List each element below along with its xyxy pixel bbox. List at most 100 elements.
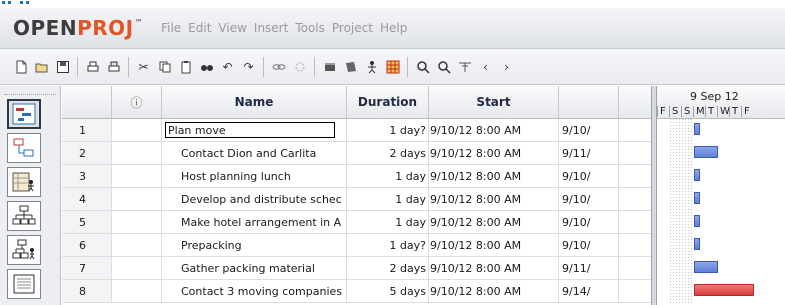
menu-view[interactable]: View bbox=[218, 21, 246, 35]
row-finish[interactable]: 9/10/ bbox=[559, 234, 619, 256]
table-row[interactable]: 6 Prepacking 1 day? 9/10/12 8:00 AM 9/10… bbox=[62, 234, 652, 257]
menu-tools[interactable]: Tools bbox=[295, 21, 325, 35]
table-row[interactable]: 2 Contact Dion and Carlita 2 days 9/10/1… bbox=[62, 142, 652, 165]
row-finish[interactable]: 9/11/ bbox=[559, 257, 619, 279]
row-name[interactable]: Gather packing material bbox=[162, 257, 347, 279]
table-row[interactable]: 5 Make hotel arrangement in A 1 day 9/10… bbox=[62, 211, 652, 234]
gantt-task-bar[interactable] bbox=[694, 146, 718, 158]
row-finish[interactable]: 9/11/ bbox=[559, 142, 619, 164]
wbs-view-button[interactable] bbox=[7, 201, 41, 231]
header-duration[interactable]: Duration bbox=[347, 86, 429, 118]
assign-resources-icon[interactable] bbox=[364, 59, 379, 74]
row-name[interactable]: Make hotel arrangement in A bbox=[162, 211, 347, 233]
row-indicator bbox=[112, 211, 162, 233]
new-icon[interactable] bbox=[13, 59, 28, 74]
row-duration[interactable]: 1 day? bbox=[347, 234, 429, 256]
header-indicators[interactable]: ⓘ bbox=[112, 86, 162, 118]
resource-view-icon bbox=[12, 172, 34, 192]
menu-help[interactable]: Help bbox=[380, 21, 407, 35]
table-row[interactable]: 1 Plan move 1 day? 9/10/12 8:00 AM 9/10/ bbox=[62, 119, 652, 142]
header-start[interactable]: Start bbox=[429, 86, 559, 118]
gantt-view-button[interactable] bbox=[7, 99, 41, 129]
unlink-icon[interactable] bbox=[292, 59, 307, 74]
row-finish[interactable]: 9/10/ bbox=[559, 188, 619, 210]
row-duration[interactable]: 2 days bbox=[347, 257, 429, 279]
zoom-out-icon[interactable] bbox=[436, 59, 451, 74]
task-table: ⓘ Name Duration Start 1 Plan move 1 day?… bbox=[62, 86, 652, 305]
filter-icon[interactable] bbox=[457, 59, 472, 74]
menu-insert[interactable]: Insert bbox=[254, 21, 288, 35]
report-view-button[interactable] bbox=[7, 269, 41, 299]
scroll-right-icon[interactable]: › bbox=[499, 59, 514, 74]
zoom-in-icon[interactable] bbox=[415, 59, 430, 74]
table-row[interactable]: 7 Gather packing material 2 days 9/10/12… bbox=[62, 257, 652, 280]
gantt-view-icon bbox=[12, 103, 36, 125]
row-finish[interactable]: 9/10/ bbox=[559, 211, 619, 233]
row-start[interactable]: 9/10/12 8:00 AM bbox=[429, 257, 559, 279]
row-name-cell[interactable]: Plan move bbox=[162, 119, 347, 141]
row-indicator bbox=[112, 165, 162, 187]
row-duration[interactable]: 2 days bbox=[347, 142, 429, 164]
menu-edit[interactable]: Edit bbox=[188, 21, 211, 35]
table-row[interactable]: 4 Develop and distribute schec 1 day 9/1… bbox=[62, 188, 652, 211]
redo-icon[interactable]: ↷ bbox=[241, 59, 256, 74]
row-start[interactable]: 9/10/12 8:00 AM bbox=[429, 234, 559, 256]
row-duration[interactable]: 1 day bbox=[347, 188, 429, 210]
row-duration[interactable]: 1 day? bbox=[347, 119, 429, 141]
print-icon[interactable] bbox=[85, 59, 100, 74]
scroll-left-icon[interactable]: ‹ bbox=[478, 59, 493, 74]
task-info-icon[interactable] bbox=[322, 59, 337, 74]
menu-file[interactable]: File bbox=[161, 21, 181, 35]
gantt-task-bar[interactable] bbox=[694, 192, 700, 204]
row-name[interactable]: Develop and distribute schec bbox=[162, 188, 347, 210]
row-duration[interactable]: 1 day bbox=[347, 165, 429, 187]
calendar-grid-icon[interactable] bbox=[385, 59, 400, 74]
row-finish[interactable]: 9/10/ bbox=[559, 119, 619, 141]
link-icon[interactable] bbox=[271, 59, 286, 74]
row-start[interactable]: 9/10/12 8:00 AM bbox=[429, 142, 559, 164]
row-name[interactable]: Contact 3 moving companies bbox=[162, 280, 347, 302]
row-start[interactable]: 9/10/12 8:00 AM bbox=[429, 119, 559, 141]
open-icon[interactable] bbox=[34, 59, 49, 74]
undo-icon[interactable]: ↶ bbox=[220, 59, 235, 74]
task-name-editor[interactable]: Plan move bbox=[165, 122, 335, 138]
table-row[interactable]: 3 Host planning lunch 1 day 9/10/12 8:00… bbox=[62, 165, 652, 188]
resource-view-button[interactable] bbox=[7, 167, 41, 197]
row-duration[interactable]: 5 days bbox=[347, 280, 429, 302]
gantt-critical-bar[interactable] bbox=[694, 284, 754, 296]
row-indicator bbox=[112, 234, 162, 256]
row-start[interactable]: 9/10/12 8:00 AM bbox=[429, 280, 559, 302]
row-start[interactable]: 9/10/12 8:00 AM bbox=[429, 188, 559, 210]
header-name[interactable]: Name bbox=[162, 86, 347, 118]
header-id[interactable] bbox=[62, 86, 112, 118]
gantt-task-bar[interactable] bbox=[694, 238, 700, 250]
cut-icon[interactable]: ✂ bbox=[136, 59, 151, 74]
row-start[interactable]: 9/10/12 8:00 AM bbox=[429, 165, 559, 187]
notes-icon[interactable] bbox=[343, 59, 358, 74]
copy-icon[interactable] bbox=[157, 59, 172, 74]
row-finish[interactable]: 9/10/ bbox=[559, 165, 619, 187]
find-icon[interactable] bbox=[199, 59, 214, 74]
row-id: 4 bbox=[62, 188, 112, 210]
row-indicator bbox=[112, 142, 162, 164]
header-finish[interactable] bbox=[559, 86, 619, 118]
rbs-view-icon bbox=[12, 239, 35, 260]
table-row[interactable]: 8 Contact 3 moving companies 5 days 9/10… bbox=[62, 280, 652, 303]
row-duration[interactable]: 1 day bbox=[347, 211, 429, 233]
save-icon[interactable] bbox=[55, 59, 70, 74]
gantt-task-bar[interactable] bbox=[694, 215, 700, 227]
gantt-task-bar[interactable] bbox=[694, 169, 700, 181]
paste-icon[interactable] bbox=[178, 59, 193, 74]
gantt-task-bar[interactable] bbox=[694, 123, 700, 135]
rbs-view-button[interactable] bbox=[7, 235, 41, 265]
print-preview-icon[interactable] bbox=[106, 59, 121, 74]
row-finish[interactable]: 9/14/ bbox=[559, 280, 619, 302]
menu-project[interactable]: Project bbox=[332, 21, 373, 35]
row-start[interactable]: 9/10/12 8:00 AM bbox=[429, 211, 559, 233]
gantt-task-bar[interactable] bbox=[694, 261, 718, 273]
strip-dot bbox=[8, 1, 11, 4]
row-name[interactable]: Prepacking bbox=[162, 234, 347, 256]
row-name[interactable]: Host planning lunch bbox=[162, 165, 347, 187]
network-view-button[interactable] bbox=[7, 133, 41, 163]
row-name[interactable]: Contact Dion and Carlita bbox=[162, 142, 347, 164]
